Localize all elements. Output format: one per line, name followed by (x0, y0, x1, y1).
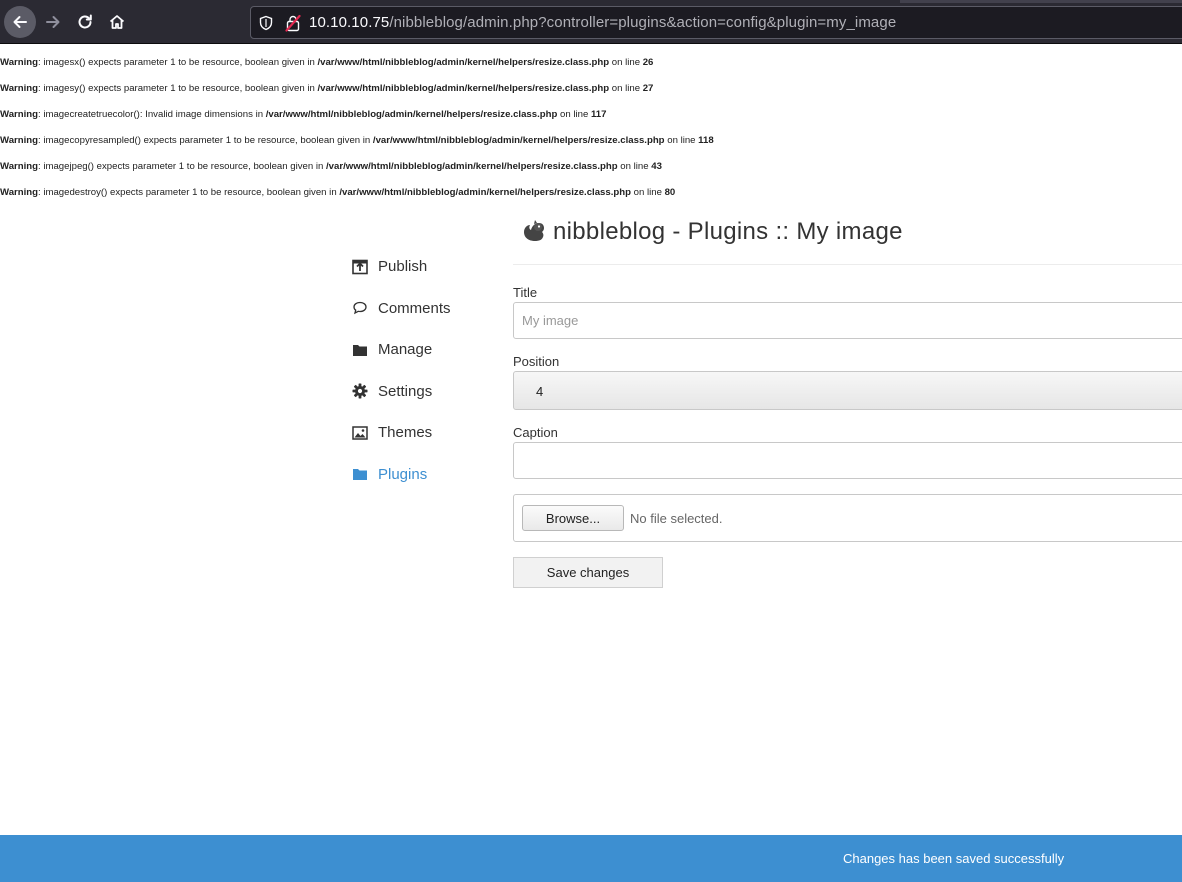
warning-label: Warning (0, 57, 39, 68)
warning-line: 117 (590, 109, 607, 120)
title-label: Title (513, 285, 538, 300)
page-title: nibbleblog - Plugins :: My image (521, 214, 903, 250)
admin-sidebar: Publish Comments Manage Settings Themes … (352, 246, 451, 495)
browser-toolbar: 10.10.10.75/nibbleblog/admin.php?control… (0, 0, 1182, 44)
comment-icon (352, 300, 378, 316)
insecure-lock-icon[interactable] (285, 14, 301, 37)
sidebar-item-label: Themes (378, 424, 433, 442)
sidebar-item-label: Comments (378, 299, 451, 317)
warning-file: /var/www/html/nibbleblog/admin/kernel/he… (317, 83, 610, 94)
position-select[interactable]: 4 (513, 371, 1182, 410)
warning-line: 118 (698, 135, 714, 146)
reload-button[interactable] (69, 6, 101, 38)
sidebar-item-label: Settings (378, 382, 433, 400)
sidebar-item-themes[interactable]: Themes (352, 412, 451, 454)
warning-label: Warning (0, 83, 39, 94)
tab-strip-edge (900, 0, 1182, 3)
warning-online: on line (557, 109, 591, 120)
warning-message: : imagesx() expects parameter 1 to be re… (38, 57, 318, 68)
warning-online: on line (630, 187, 665, 198)
publish-icon (352, 259, 378, 275)
warning-line: 80 (664, 187, 676, 198)
page-title-text: nibbleblog - Plugins :: My image (553, 218, 903, 245)
warning-line: 43 (651, 161, 662, 172)
back-button[interactable] (4, 6, 36, 38)
php-warnings: Warning: imagesx() expects parameter 1 t… (0, 57, 714, 213)
warning-label: Warning (0, 161, 39, 172)
warning-line: 26 (642, 57, 654, 68)
warning-file: /var/www/html/nibbleblog/admin/kernel/he… (339, 187, 631, 198)
warning-message: : imagecreatetruecolor(): Invalid image … (38, 109, 266, 120)
folder-open-icon (352, 466, 378, 482)
notification-bar: Changes has been saved successfully (0, 835, 1182, 882)
file-status: No file selected. (630, 511, 723, 526)
arrow-right-icon (46, 16, 60, 28)
gear-icon (352, 383, 378, 399)
php-warning: Warning: imagejpeg() expects parameter 1… (0, 161, 714, 187)
warning-label: Warning (0, 187, 39, 198)
home-icon (109, 15, 125, 29)
position-label: Position (513, 354, 560, 369)
arrow-left-icon (13, 16, 27, 28)
warning-online: on line (617, 161, 652, 172)
sidebar-item-label: Manage (378, 341, 433, 359)
sidebar-item-label: Plugins (378, 465, 428, 483)
php-warning: Warning: imagecreatetruecolor(): Invalid… (0, 109, 714, 135)
warning-file: /var/www/html/nibbleblog/admin/kernel/he… (326, 161, 618, 172)
forward-button[interactable] (37, 6, 69, 38)
reload-icon (78, 14, 92, 29)
sidebar-item-settings[interactable]: Settings (352, 371, 451, 413)
warning-message: : imagejpeg() expects parameter 1 to be … (38, 161, 326, 172)
url-host: 10.10.10.75 (309, 14, 390, 31)
sidebar-item-manage[interactable]: Manage (352, 329, 451, 371)
home-button[interactable] (101, 6, 133, 38)
url-bar[interactable]: 10.10.10.75/nibbleblog/admin.php?control… (250, 6, 1182, 39)
browse-button[interactable]: Browse... (522, 505, 624, 531)
php-warning: Warning: imagedestroy() expects paramete… (0, 187, 714, 213)
sidebar-item-label: Publish (378, 258, 428, 276)
url-path: /nibbleblog/admin.php?controller=plugins… (389, 14, 897, 31)
tracking-shield-icon[interactable] (259, 15, 273, 36)
warning-online: on line (609, 83, 643, 94)
file-upload-field: Browse... No file selected. (513, 494, 1182, 542)
caption-input[interactable] (513, 442, 1182, 479)
title-input[interactable]: My image (513, 302, 1182, 339)
sidebar-item-publish[interactable]: Publish (352, 246, 451, 288)
warning-online: on line (609, 57, 643, 68)
warning-file: /var/www/html/nibbleblog/admin/kernel/he… (317, 57, 610, 68)
warning-file: /var/www/html/nibbleblog/admin/kernel/he… (372, 135, 665, 146)
warning-label: Warning (0, 109, 39, 120)
php-warning: Warning: imagesy() expects parameter 1 t… (0, 83, 714, 109)
notification-text: Changes has been saved successfully (843, 851, 1065, 866)
sidebar-item-comments[interactable]: Comments (352, 288, 451, 330)
caption-label: Caption (513, 425, 558, 440)
warning-message: : imagecopyresampled() expects parameter… (38, 135, 373, 146)
image-icon (352, 425, 378, 441)
warning-online: on line (664, 135, 699, 146)
warning-message: : imagesy() expects parameter 1 to be re… (38, 83, 318, 94)
url-text[interactable]: 10.10.10.75/nibbleblog/admin.php?control… (309, 14, 896, 31)
warning-line: 27 (642, 83, 654, 94)
save-changes-button[interactable]: Save changes (513, 557, 663, 588)
warning-message: : imagedestroy() expects parameter 1 to … (38, 187, 340, 198)
nibbleblog-logo-icon (521, 217, 545, 248)
sidebar-item-plugins[interactable]: Plugins (352, 454, 451, 496)
warning-file: /var/www/html/nibbleblog/admin/kernel/he… (265, 109, 558, 120)
php-warning: Warning: imagesx() expects parameter 1 t… (0, 57, 714, 83)
folder-icon (352, 342, 378, 358)
php-warning: Warning: imagecopyresampled() expects pa… (0, 135, 714, 161)
title-divider (513, 264, 1182, 265)
warning-label: Warning (0, 135, 39, 146)
